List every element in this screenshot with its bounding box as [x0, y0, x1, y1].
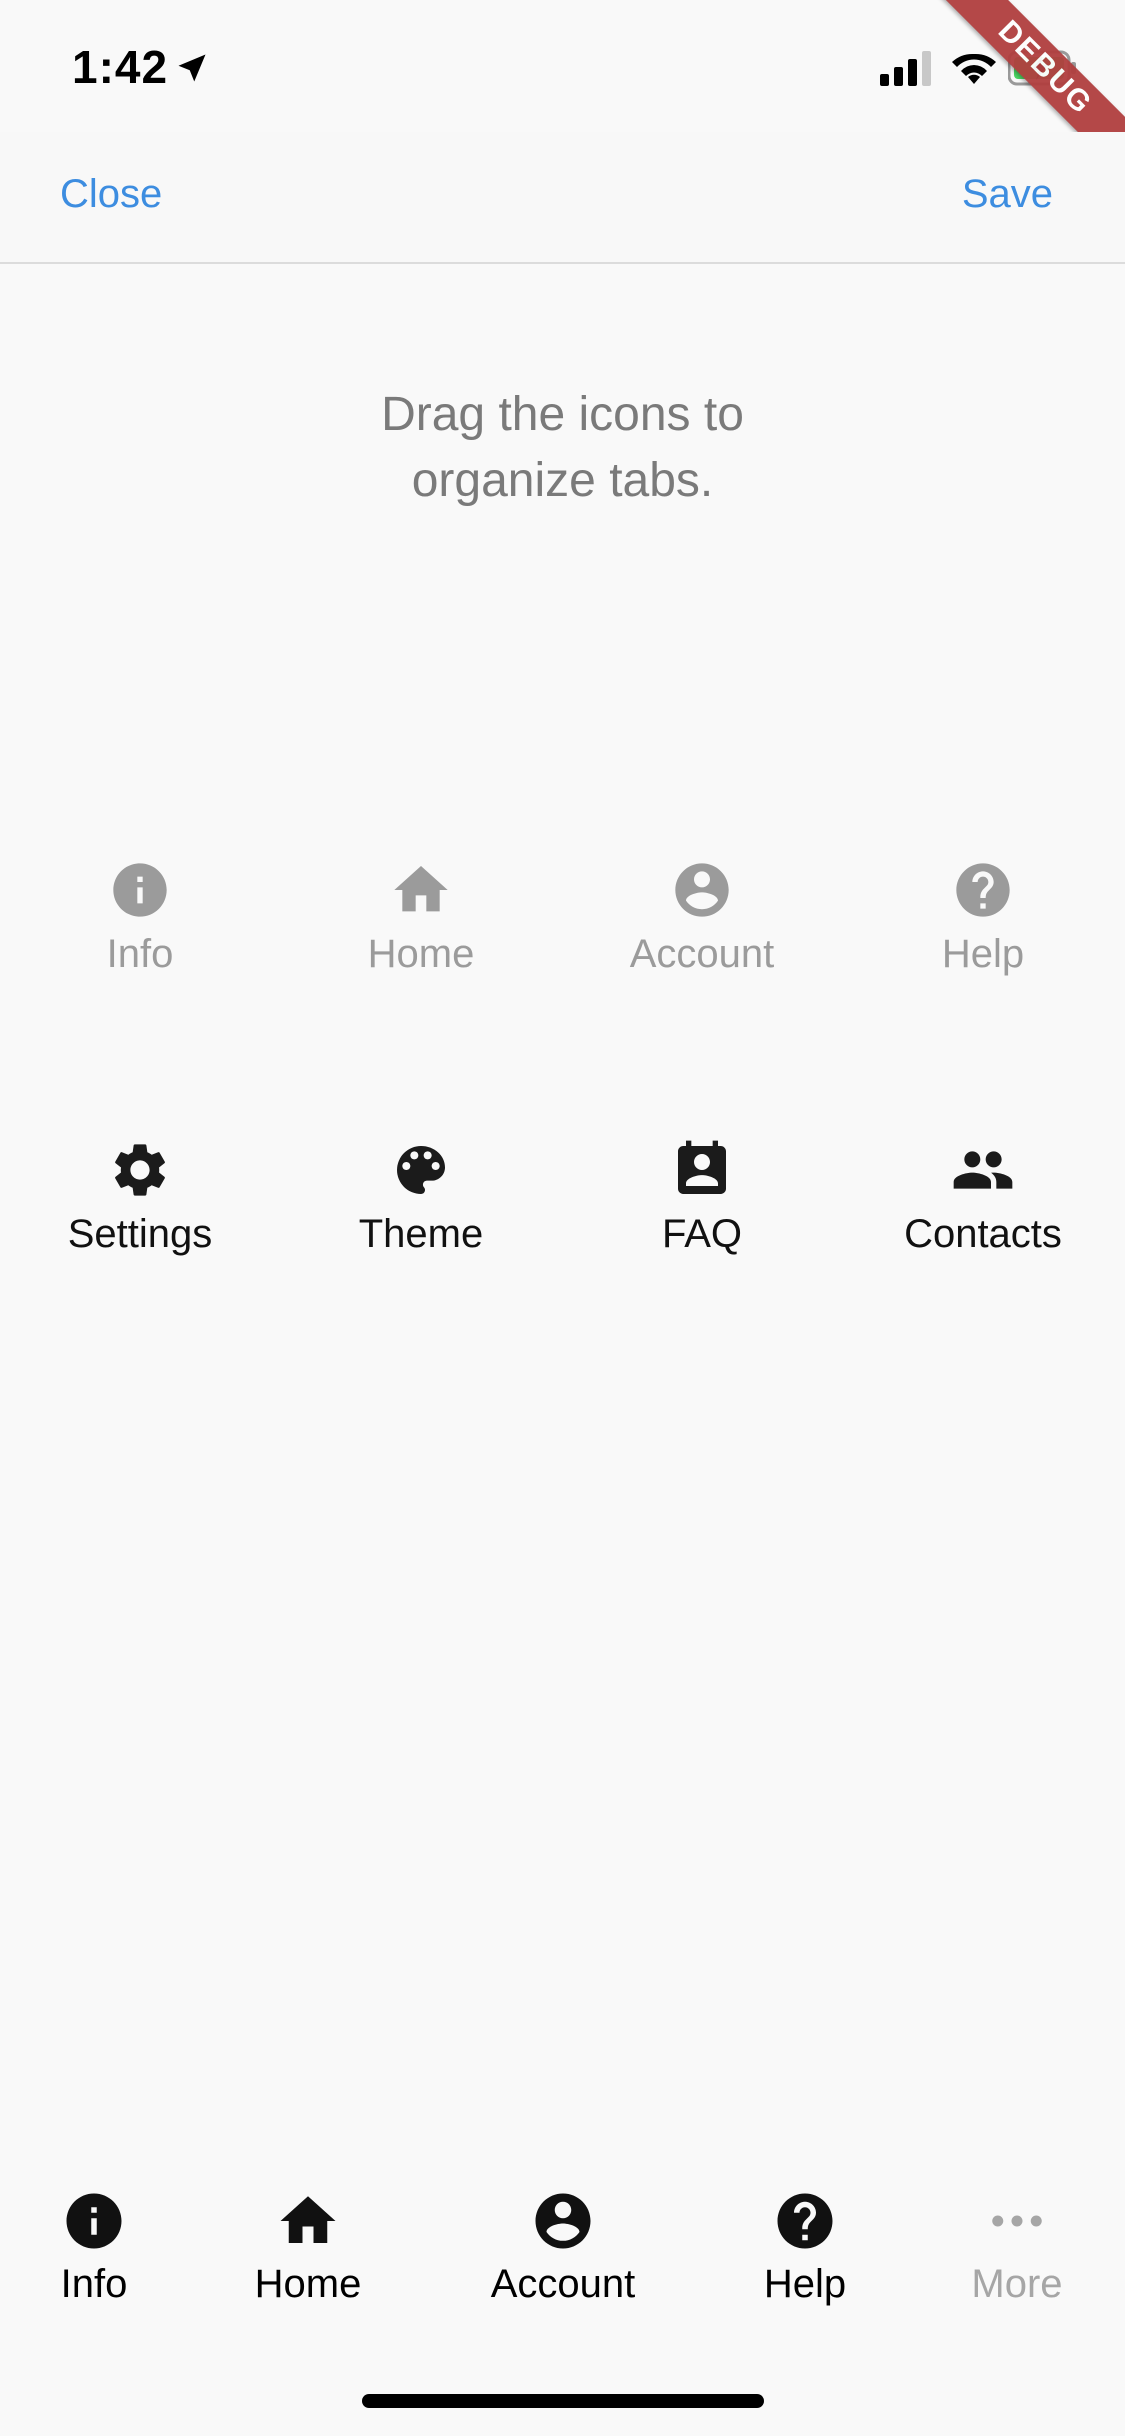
account-icon: [535, 2193, 591, 2249]
active-tabs-row: Info Home Account Help: [0, 858, 1125, 998]
account-icon: [675, 863, 729, 917]
nav-bar: Close Save: [0, 132, 1125, 264]
screen: 1:42 DEBUG Close Save Drag the icons to: [0, 0, 1125, 2436]
home-icon: [394, 866, 448, 912]
cellular-signal-icon: [880, 51, 931, 86]
tab-more[interactable]: More: [922, 2188, 1112, 2318]
tab-info[interactable]: Info: [0, 2188, 189, 2318]
tab-label: Help: [763, 2262, 847, 2306]
draggable-tab-home[interactable]: Home: [281, 858, 561, 998]
contact-card-icon: [678, 1140, 726, 1194]
tab-label: Account: [490, 2262, 636, 2306]
tab-label: Help: [941, 932, 1025, 976]
settings-icon: [115, 1144, 165, 1196]
instruction-line-1: Drag the icons to: [381, 388, 744, 441]
info-icon: [66, 2193, 122, 2249]
tab-label: Theme: [358, 1212, 484, 1256]
wifi-icon: [952, 53, 996, 84]
tab-label: Info: [106, 932, 174, 976]
available-tabs-row: Settings Theme FAQ Contacts: [0, 1138, 1125, 1278]
tab-help[interactable]: Help: [710, 2188, 900, 2318]
status-time: 1:42: [72, 41, 169, 93]
tab-home[interactable]: Home: [213, 2188, 403, 2318]
save-button[interactable]: Save: [962, 172, 1053, 217]
tab-label: Home: [367, 932, 475, 976]
tab-label: Account: [629, 932, 775, 976]
people-icon: [953, 1151, 1013, 1189]
draggable-tab-info[interactable]: Info: [0, 858, 280, 998]
draggable-tab-faq[interactable]: FAQ: [562, 1138, 842, 1278]
home-indicator: [362, 2394, 764, 2408]
instruction-line-2: organize tabs.: [411, 454, 714, 507]
tab-label: FAQ: [661, 1212, 743, 1256]
location-arrow-icon: [178, 54, 206, 82]
tab-label: Settings: [67, 1212, 213, 1256]
help-icon: [777, 2193, 833, 2249]
help-icon: [956, 863, 1010, 917]
draggable-tab-settings[interactable]: Settings: [0, 1138, 280, 1278]
close-button[interactable]: Close: [60, 172, 162, 217]
info-icon: [113, 863, 167, 917]
status-bar: 1:42: [0, 0, 1125, 132]
draggable-tab-help[interactable]: Help: [843, 858, 1123, 998]
draggable-tab-theme[interactable]: Theme: [281, 1138, 561, 1278]
tab-label: More: [971, 2262, 1063, 2306]
bottom-tab-bar: Info Home Account Help More: [0, 2188, 1125, 2318]
palette-icon: [397, 1146, 445, 1194]
draggable-tab-account[interactable]: Account: [562, 858, 842, 998]
instruction-text: Drag the icons to organize tabs.: [0, 382, 1125, 514]
home-icon: [280, 2196, 336, 2243]
tab-label: Home: [254, 2262, 362, 2306]
tab-label: Info: [60, 2262, 128, 2306]
draggable-tab-contacts[interactable]: Contacts: [843, 1138, 1123, 1278]
tab-label: Contacts: [904, 1212, 1062, 1256]
more-dots-icon: [992, 2215, 1042, 2227]
tab-account[interactable]: Account: [468, 2188, 658, 2318]
